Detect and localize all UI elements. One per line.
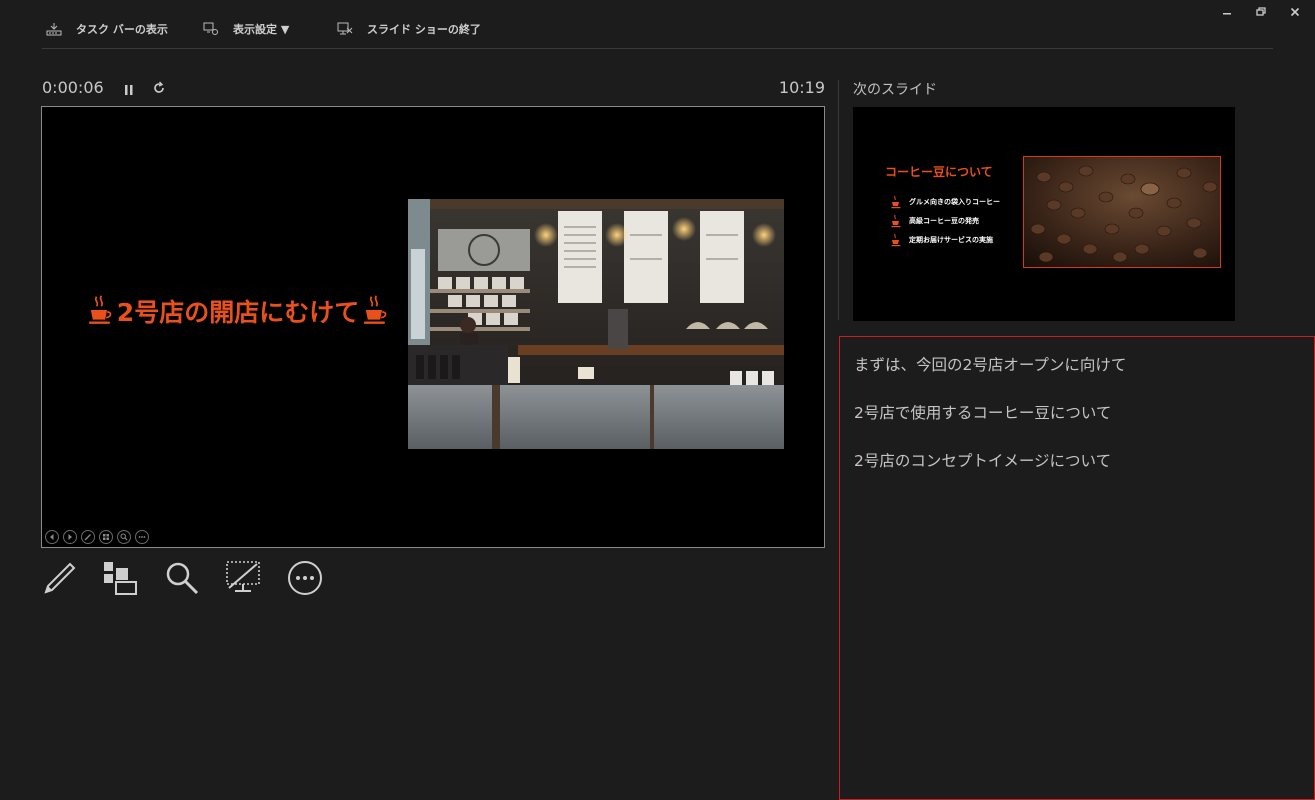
coffee-cup-icon xyxy=(364,295,387,324)
timer-row: 0:00:06 10:19 xyxy=(42,78,825,98)
presenter-toolbar: タスク バーの表示 表示設定 ▼ スライド ショーの終了 xyxy=(0,0,1315,50)
coffee-beans-photo xyxy=(1023,156,1221,268)
next-slide-bullet-text: 高級コーヒー豆の発売 xyxy=(909,217,979,225)
pause-timer-button[interactable] xyxy=(124,81,134,100)
end-slideshow-icon xyxy=(337,22,353,35)
next-slide-bullet: グルメ向きの袋入りコーヒー xyxy=(891,195,1000,209)
zoom-tool[interactable] xyxy=(164,560,200,596)
next-slide-title: コーヒー豆について xyxy=(885,165,993,179)
show-taskbar-button[interactable]: タスク バーの表示 xyxy=(46,20,168,38)
arrow-left-icon xyxy=(50,534,54,540)
coffee-cup-icon xyxy=(891,214,901,228)
end-slideshow-button[interactable]: スライド ショーの終了 xyxy=(337,20,481,38)
minimize-button[interactable] xyxy=(1221,6,1233,18)
more-options-button-small[interactable] xyxy=(135,530,149,544)
pen-tool-button[interactable] xyxy=(81,530,95,544)
next-slide-bullet: 高級コーヒー豆の発売 xyxy=(891,214,979,228)
black-screen-tool[interactable] xyxy=(225,560,261,596)
display-settings-label: 表示設定 ▼ xyxy=(233,23,290,36)
next-slide-bullet: 定期お届けサービスの実施 xyxy=(891,233,993,247)
magnifier-icon xyxy=(166,562,199,595)
coffee-cup-icon xyxy=(891,233,901,247)
slide-title-text: 2号店の開店にむけて xyxy=(116,298,360,327)
clock: 10:19 xyxy=(778,78,825,97)
magnifier-icon xyxy=(120,533,128,541)
previous-slide-button[interactable] xyxy=(45,530,59,544)
restore-button[interactable] xyxy=(1255,6,1267,18)
note-line: まずは、今回の2号店オープンに向けて xyxy=(854,356,1127,374)
show-taskbar-label: タスク バーの表示 xyxy=(76,23,168,36)
grid-icon xyxy=(103,534,109,540)
see-all-slides-button[interactable] xyxy=(99,530,113,544)
coffee-cup-icon xyxy=(88,295,112,324)
note-line: 2号店で使用するコーヒー豆について xyxy=(854,404,1112,422)
slide-title: 2号店の開店にむけて xyxy=(88,293,388,329)
minimize-icon xyxy=(1223,13,1231,15)
slide-nav-controls xyxy=(45,530,149,544)
display-settings-icon xyxy=(203,22,218,35)
restore-icon xyxy=(1256,7,1266,16)
refresh-icon xyxy=(154,81,164,93)
current-slide[interactable]: 2号店の開店にむけて xyxy=(41,106,825,548)
taskbar-icon xyxy=(46,23,62,36)
arrow-right-icon xyxy=(68,534,72,540)
speaker-notes[interactable]: まずは、今回の2号店オープンに向けて 2号店で使用するコーヒー豆について 2号店… xyxy=(839,336,1315,800)
note-line: 2号店のコンセプトイメージについて xyxy=(854,452,1112,470)
pen-icon xyxy=(44,562,76,594)
close-button[interactable] xyxy=(1289,6,1301,18)
more-options-tool[interactable] xyxy=(287,560,323,596)
pane-divider xyxy=(838,80,839,320)
pause-icon xyxy=(125,85,133,95)
next-slide-label: 次のスライド xyxy=(853,82,937,98)
coffee-cup-icon xyxy=(891,195,901,209)
screen-off-icon xyxy=(226,561,260,592)
more-options-icon xyxy=(288,561,322,595)
toolbar-divider xyxy=(42,48,1273,49)
pen-tool[interactable] xyxy=(42,560,78,596)
display-settings-button[interactable]: 表示設定 ▼ xyxy=(203,20,289,38)
pen-icon xyxy=(84,534,91,541)
next-slide-bullet-text: 定期お届けサービスの実施 xyxy=(909,236,993,244)
see-all-slides-tool[interactable] xyxy=(102,560,138,596)
zoom-button[interactable] xyxy=(117,530,131,544)
elapsed-timer: 0:00:06 xyxy=(42,78,104,97)
cafe-photo xyxy=(408,199,784,449)
restart-timer-button[interactable] xyxy=(152,80,166,99)
slides-grid-icon xyxy=(104,562,137,595)
end-slideshow-label: スライド ショーの終了 xyxy=(367,23,481,36)
more-icon xyxy=(138,536,146,538)
next-slide-button[interactable] xyxy=(63,530,77,544)
next-slide-preview[interactable]: コーヒー豆について グルメ向きの袋入りコーヒー 高級コーヒー豆の発売 定期お届け… xyxy=(853,107,1235,321)
next-slide-bullet-text: グルメ向きの袋入りコーヒー xyxy=(909,198,1000,206)
close-icon xyxy=(1290,7,1300,17)
